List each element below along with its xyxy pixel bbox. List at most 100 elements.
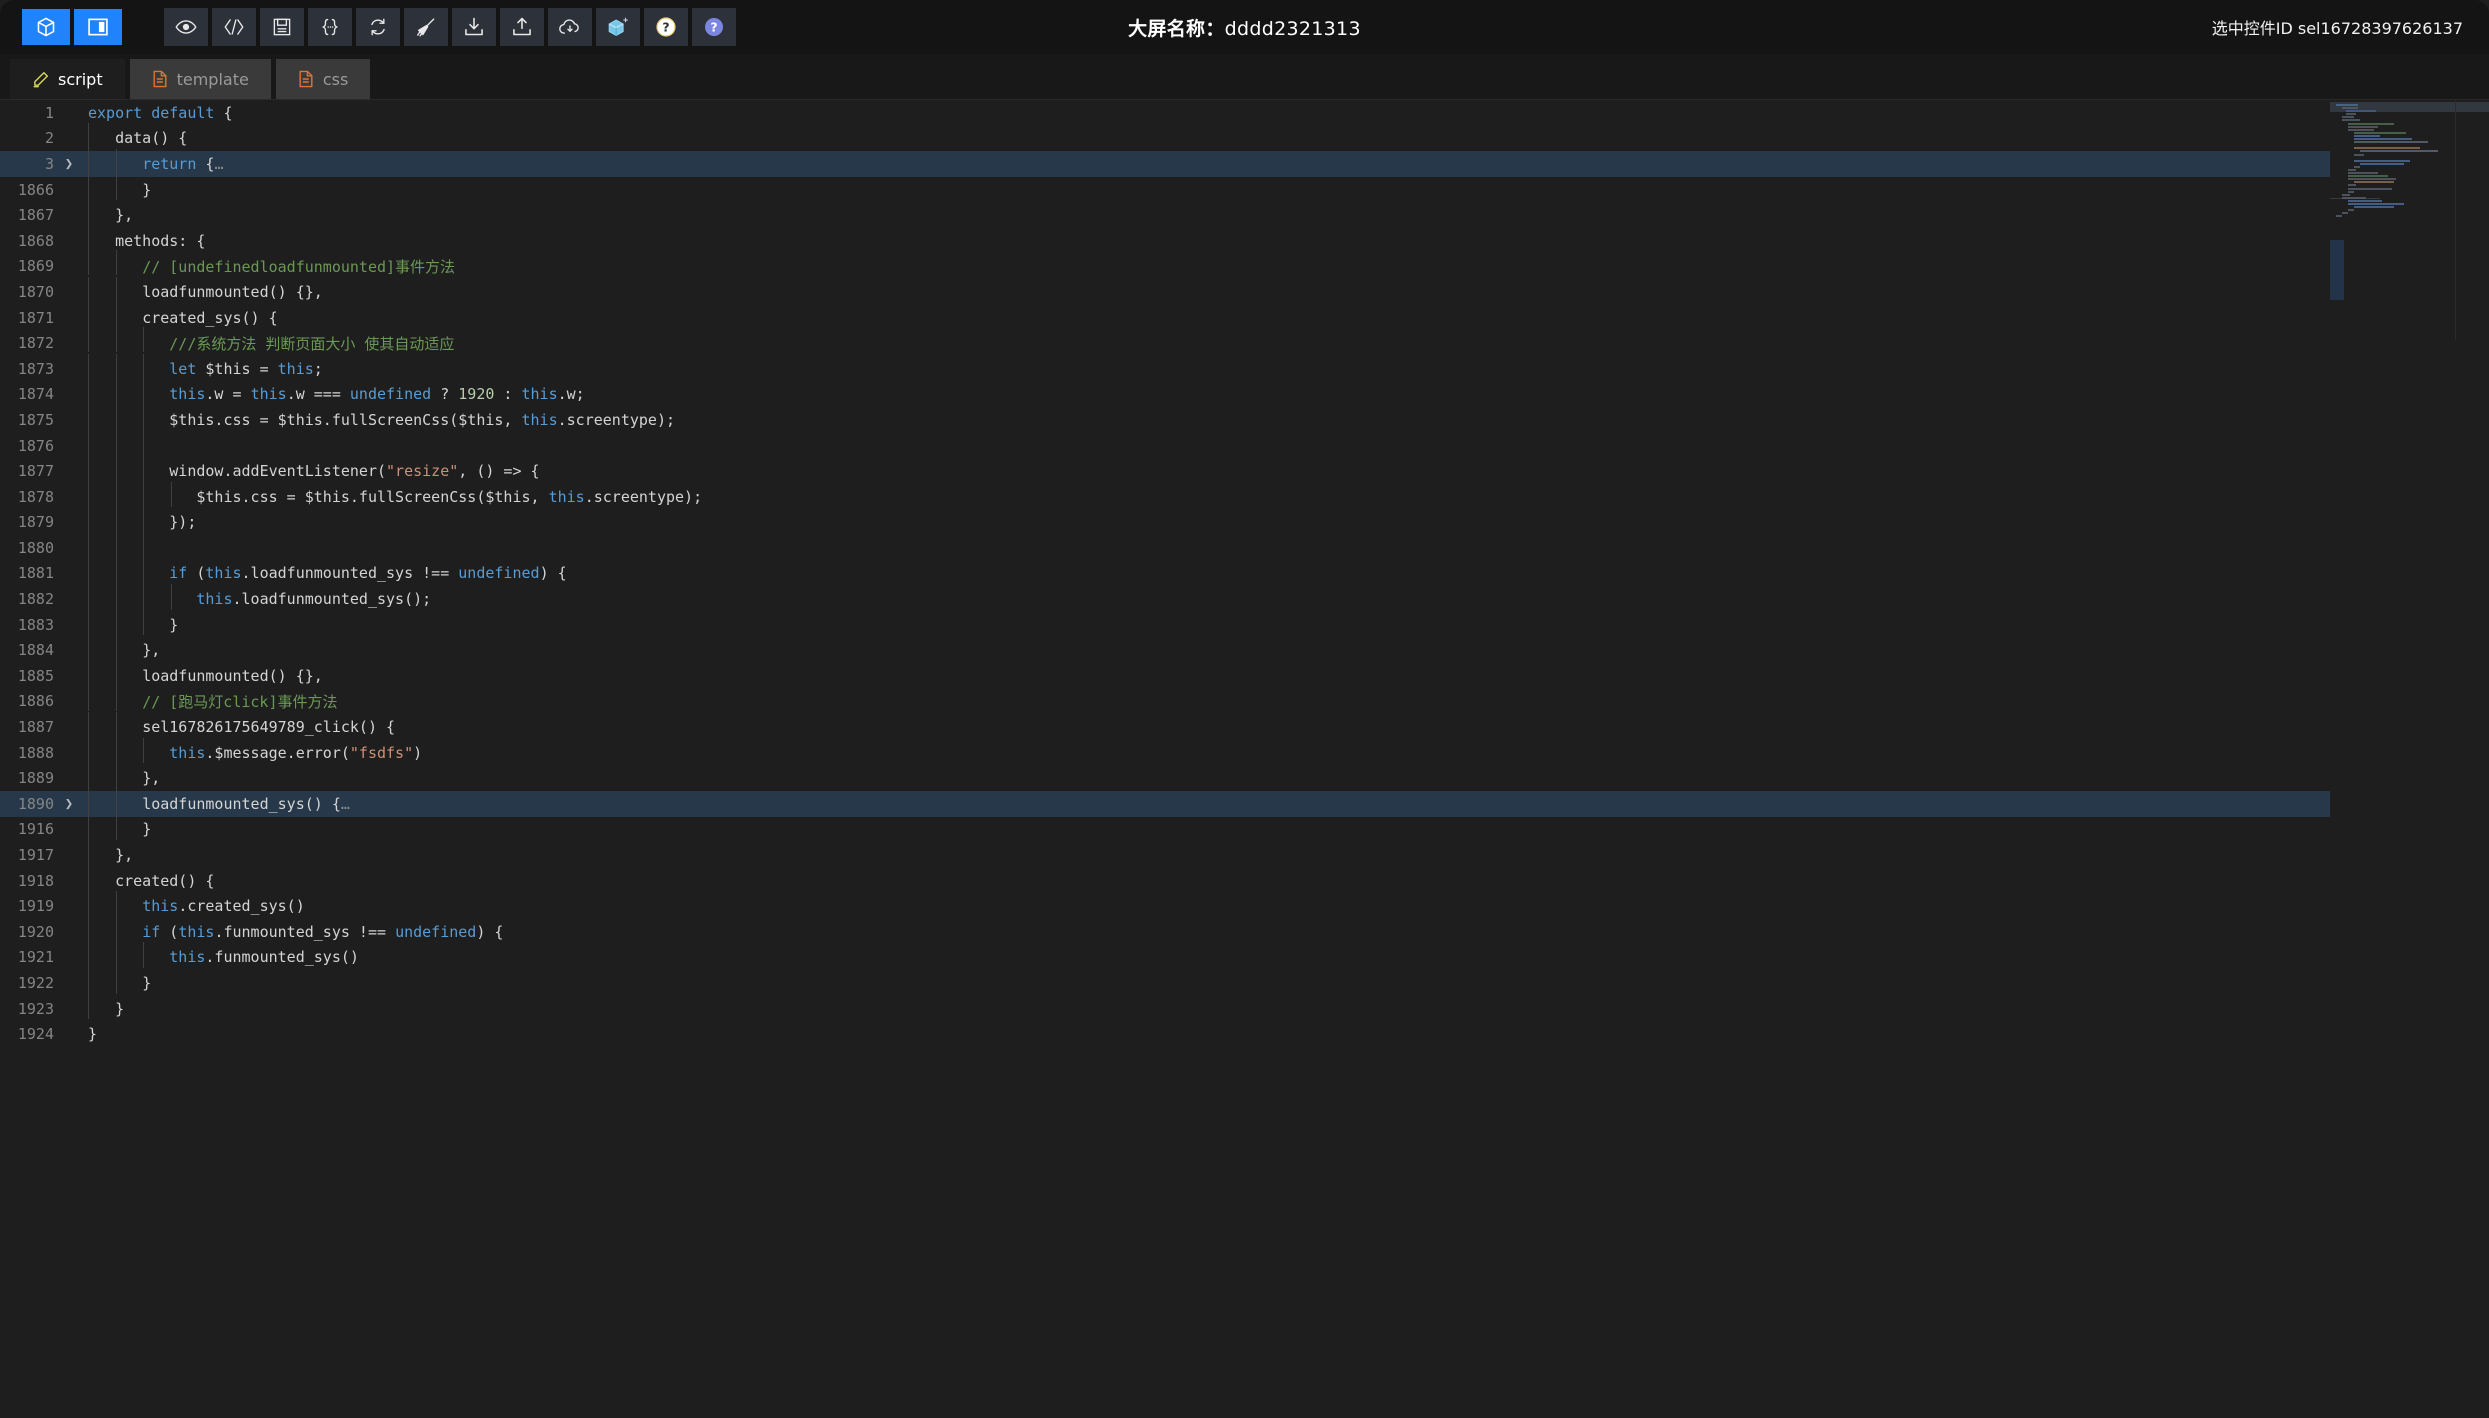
code-text: let $this = this; — [80, 353, 323, 380]
indent-guide — [115, 404, 117, 431]
source-code-button[interactable] — [212, 8, 256, 46]
minimap-line — [2348, 168, 2356, 171]
editor-vertical-scrollbar[interactable] — [2475, 100, 2489, 1418]
minimap-line — [2348, 128, 2374, 131]
code-line[interactable]: 1866 } — [0, 174, 2489, 203]
tab-css[interactable]: css — [275, 59, 371, 99]
code-line[interactable]: 1883 } — [0, 609, 2489, 638]
indent-guide — [88, 379, 89, 405]
panel-layout-icon — [87, 17, 109, 37]
indent-guide — [88, 326, 89, 353]
code-token: "resize" — [386, 462, 459, 481]
code-line[interactable]: 2 data() { — [0, 123, 2489, 152]
code-line[interactable]: 1917 }, — [0, 840, 2489, 868]
format-json-button[interactable] — [308, 8, 352, 46]
refresh-button[interactable] — [356, 8, 400, 46]
tab-script[interactable]: script — [10, 59, 125, 99]
indent-guide — [143, 481, 144, 508]
minimap-line — [2354, 134, 2380, 137]
indent-guide — [143, 507, 144, 533]
minimap-line — [2360, 150, 2438, 153]
layout-panel-button[interactable] — [74, 9, 122, 45]
help-docs-button[interactable]: ? — [692, 8, 736, 46]
save-button[interactable] — [260, 8, 304, 46]
indent-guide — [88, 967, 89, 994]
clear-button[interactable] — [404, 8, 448, 46]
code-line[interactable]: 1868 methods: { — [0, 225, 2489, 254]
minimap-line — [2354, 165, 2360, 168]
code-token: undefined — [458, 564, 540, 583]
fold-toggle-icon[interactable]: ❯ — [58, 796, 80, 812]
code-editor[interactable]: 1 export default {2 data() {3 ❯ return {… 1… — [0, 100, 2489, 1418]
code-line[interactable]: 1919 this.created_sys() — [0, 891, 2489, 919]
code-token: }, — [142, 769, 161, 788]
code-line[interactable]: 1870 loadfunmounted() {}, — [0, 276, 2489, 305]
code-line[interactable]: 1 export default { — [0, 100, 2489, 126]
code-line[interactable]: 1887 sel167826175649789_click() { — [0, 712, 2489, 740]
indent-guide — [88, 763, 89, 789]
code-token: export default — [88, 103, 224, 122]
code-token: data() { — [115, 129, 188, 148]
code-token: created_sys() { — [142, 308, 278, 327]
import-button[interactable] — [452, 8, 496, 46]
code-line[interactable]: 1924} — [0, 1021, 2489, 1047]
code-line[interactable]: 1918 created() { — [0, 865, 2489, 894]
minimap-line — [2342, 196, 2366, 199]
code-line[interactable]: 1888 this.$message.error("fsdfs") — [0, 737, 2489, 766]
code-line[interactable]: 1872 ///系统方法 判断页面大小 使其自动适应 — [0, 326, 2489, 356]
indent-guide — [88, 865, 89, 892]
indent-guide — [170, 481, 172, 508]
indent-guide — [115, 916, 117, 943]
code-text: }, — [80, 635, 160, 661]
line-number: 1923 — [17, 999, 54, 1018]
code-line[interactable]: 1921 this.funmounted_sys() — [0, 942, 2489, 971]
export-button[interactable] — [500, 8, 544, 46]
code-line[interactable]: 1867 }, — [0, 200, 2489, 228]
indent-guide — [88, 249, 89, 276]
code-line[interactable]: 1886 // [跑马灯click]事件方法 — [0, 684, 2489, 715]
code-line[interactable]: 1874 this.w = this.w === undefined ? 192… — [0, 379, 2489, 408]
code-line[interactable]: 1869 // [undefinedloadfunmounted]事件方法 — [0, 249, 2489, 280]
code-line[interactable]: 1880 — [0, 532, 2489, 561]
code-line[interactable]: 1884 }, — [0, 635, 2489, 663]
minimap-line — [2342, 116, 2354, 119]
indent-guide — [115, 635, 117, 661]
minimap-line — [2354, 153, 2364, 156]
code-line[interactable]: 1875 $this.css = $this.fullScreenCss($th… — [0, 404, 2489, 433]
code-line[interactable]: 1871 created_sys() { — [0, 302, 2489, 331]
indent-guide — [88, 430, 89, 457]
indent-guide — [115, 276, 117, 303]
preview-button[interactable] — [164, 8, 208, 46]
code-text: } — [80, 174, 151, 201]
code-line[interactable]: 1890 ❯ loadfunmounted_sys() {… — [0, 788, 2489, 817]
code-line[interactable]: 1881 if (this.loadfunmounted_sys !== und… — [0, 558, 2489, 587]
code-line[interactable]: 1876 — [0, 430, 2489, 459]
editor-minimap[interactable] — [2330, 100, 2489, 1418]
code-line[interactable]: 1879 }); — [0, 507, 2489, 536]
indent-guide — [115, 532, 117, 559]
indent-guide — [88, 916, 89, 943]
line-number: 1866 — [17, 180, 54, 199]
code-line[interactable]: 1885 loadfunmounted() {}, — [0, 660, 2489, 689]
editor-tab-bar: script template css — [0, 54, 2489, 100]
code-line[interactable]: 1882 this.loadfunmounted_sys(); — [0, 584, 2489, 612]
code-line[interactable]: 1878 $this.css = $this.fullScreenCss($th… — [0, 481, 2489, 510]
cloud-publish-button[interactable] — [548, 8, 592, 46]
tab-template[interactable]: template — [129, 59, 271, 99]
indent-guide — [143, 379, 144, 405]
code-token: created() { — [115, 871, 215, 890]
add-component-button[interactable] — [596, 8, 640, 46]
code-line[interactable]: 1916 } — [0, 814, 2489, 843]
code-line[interactable]: 1923 } — [0, 993, 2489, 1022]
code-line[interactable]: 1920 if (this.funmounted_sys !== undefin… — [0, 916, 2489, 945]
code-line[interactable]: 1922 } — [0, 967, 2489, 996]
fold-toggle-icon[interactable]: ❯ — [58, 156, 80, 172]
code-line[interactable]: 1873 let $this = this; — [0, 353, 2489, 382]
code-text — [80, 532, 169, 559]
code-line[interactable]: 3 ❯ return {… — [0, 148, 2489, 177]
code-line[interactable]: 1877 window.addEventListener("resize", (… — [0, 456, 2489, 484]
help-button[interactable]: ? — [644, 8, 688, 46]
code-line[interactable]: 1889 }, — [0, 763, 2489, 791]
code-token: … — [340, 794, 350, 813]
component-3d-button[interactable] — [22, 9, 70, 45]
